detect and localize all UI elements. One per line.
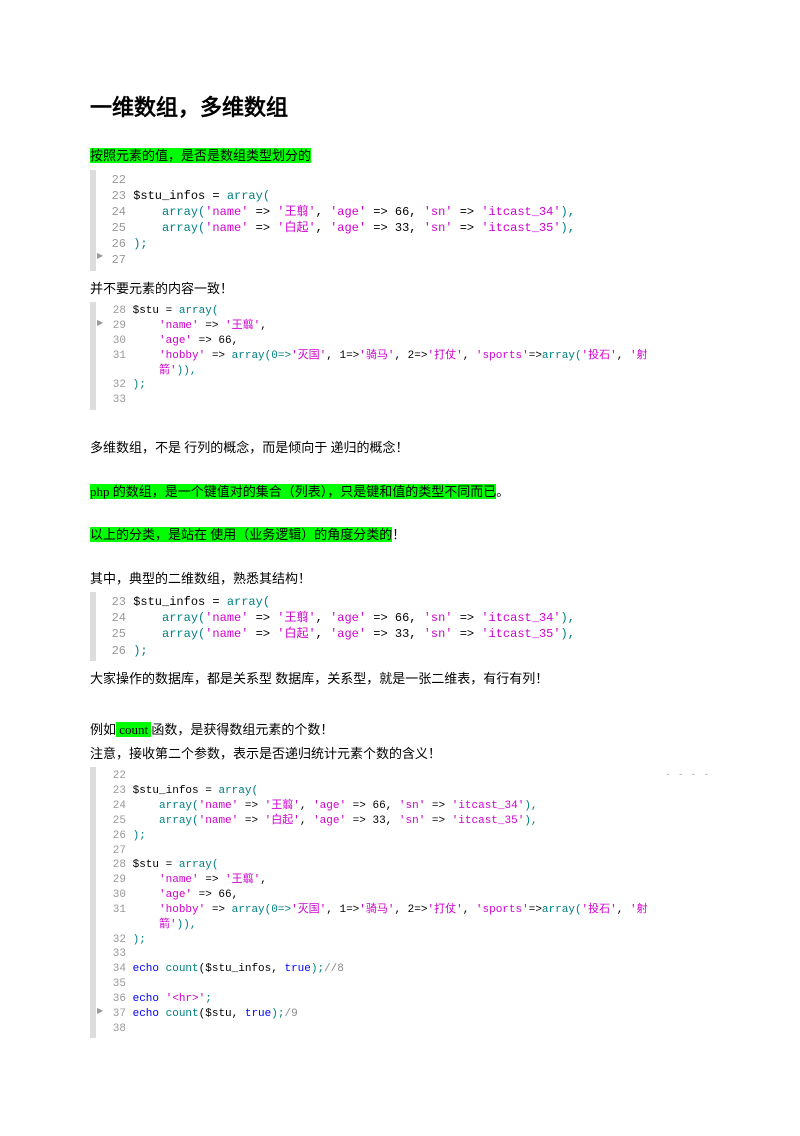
highlight-para-1: 按照元素的值，是否是数组类型划分的	[90, 146, 710, 166]
code-block-4: - - - - 22 23 $stu_infos = array( 24 arr…	[90, 767, 710, 1038]
para-7: 大家操作的数据库，都是关系型 数据库，关系型，就是一张二维表，有行有列！	[90, 669, 710, 689]
code-block-3: 23 $stu_infos = array( 24 array('name' =…	[90, 592, 710, 661]
para-6: 其中，典型的二维数组，熟悉其结构！	[90, 569, 710, 589]
para-9: 注意，接收第二个参数，表示是否递归统计元素个数的含义！	[90, 744, 710, 764]
collapse-marker: - - - -	[665, 769, 710, 781]
para-4: php 的数组，是一个键值对的集合（列表），只是键和值的类型不同而已。	[90, 482, 710, 502]
para-8: 例如 count 函数，是获得数组元素的个数！	[90, 720, 710, 740]
page-title: 一维数组，多维数组	[90, 90, 710, 122]
code-block-1: 22 23 $stu_infos = array( 24 array('name…	[90, 170, 710, 271]
para-5: 以上的分类，是站在 使用（业务逻辑）的角度分类的！	[90, 525, 710, 545]
para-3: 多维数组，不是 行列的概念，而是倾向于 递归的概念！	[90, 438, 710, 458]
para-2: 并不要元素的内容一致！	[90, 279, 710, 299]
code-block-2: 28 $stu = array( 29 'name' => '王翦', 30 '…	[90, 302, 710, 410]
